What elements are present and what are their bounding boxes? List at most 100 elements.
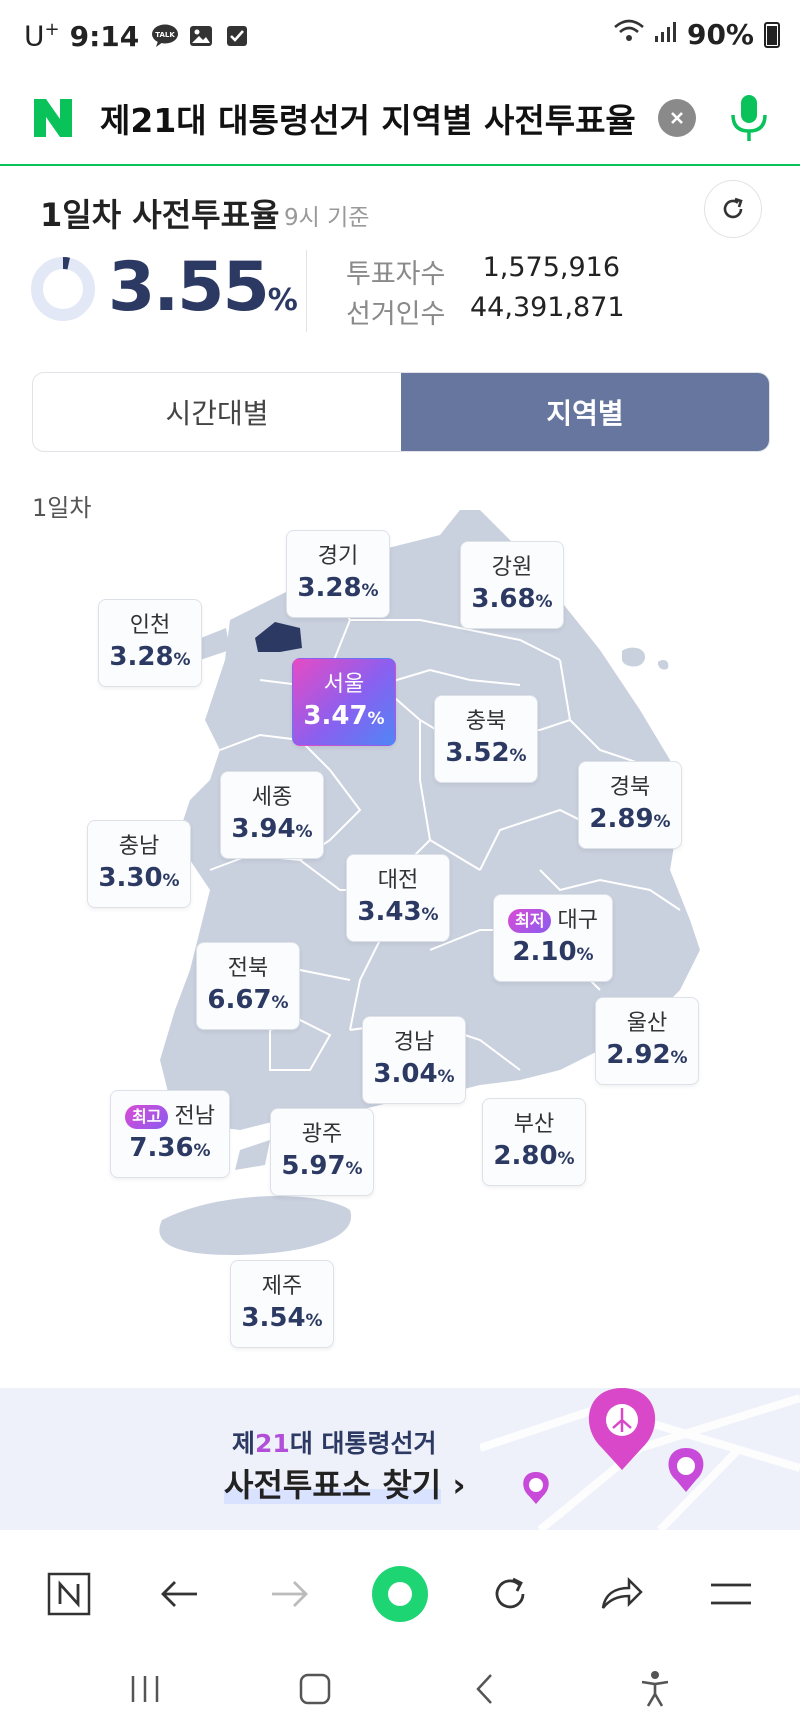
map-pin-tiny-icon	[523, 1472, 549, 1504]
electorate-value: 44,391,871	[470, 292, 625, 323]
tab-by-region[interactable]: 지역별	[401, 373, 769, 451]
browser-toolbar	[0, 1544, 800, 1644]
region-rate: 2.92%	[606, 1039, 688, 1070]
menu-button[interactable]	[695, 1558, 767, 1630]
banner-find-link[interactable]: 사전투표소 찾기 ›	[224, 1460, 466, 1506]
region-daegu[interactable]: 최저 대구 2.10%	[493, 894, 613, 982]
back-icon	[161, 1581, 198, 1607]
region-rate: 5.97%	[281, 1150, 363, 1181]
region-daejeon[interactable]: 대전 3.43%	[346, 854, 450, 942]
region-rate: 2.10%	[512, 936, 594, 967]
naver-home-icon	[47, 1572, 91, 1616]
close-icon	[671, 112, 683, 124]
green-dot-button[interactable]	[364, 1558, 436, 1630]
region-name: 충북	[465, 708, 507, 734]
region-gwangju[interactable]: 광주 5.97%	[270, 1108, 374, 1196]
region-chungbuk[interactable]: 충북 3.52%	[434, 695, 538, 783]
system-navigation-bar	[0, 1644, 800, 1734]
region-name: 부산	[513, 1111, 555, 1137]
talk-icon: TALK	[151, 22, 179, 50]
voice-search-button[interactable]	[726, 92, 772, 144]
region-rate: 3.54%	[241, 1302, 323, 1333]
recent-apps-button[interactable]	[110, 1654, 180, 1724]
voters-row: 투표자수 1,575,916	[346, 252, 620, 291]
region-rate: 3.30%	[98, 862, 180, 893]
region-jeonnam[interactable]: 최고 전남 7.36%	[110, 1090, 230, 1178]
green-dot-icon	[371, 1566, 428, 1622]
clear-search-button[interactable]	[658, 99, 696, 137]
region-name: 울산	[626, 1010, 668, 1036]
clock: 9:14	[69, 19, 140, 53]
region-gangwon[interactable]: 강원 3.68%	[460, 541, 564, 629]
signal-icon	[653, 18, 679, 51]
forward-button[interactable]	[254, 1558, 326, 1630]
region-gyeongnam[interactable]: 경남 3.04%	[362, 1016, 466, 1104]
region-rate: 3.94%	[231, 813, 313, 844]
share-icon	[601, 1576, 643, 1609]
region-sejong[interactable]: 세종 3.94%	[220, 771, 324, 859]
region-name: 대전	[377, 867, 419, 893]
region-name: 세종	[251, 784, 293, 810]
region-ulsan[interactable]: 울산 2.92%	[595, 997, 699, 1085]
tab-by-time[interactable]: 시간대별	[33, 373, 401, 451]
region-chungnam[interactable]: 충남 3.30%	[87, 820, 191, 908]
region-seoul[interactable]: 서울 3.47%	[292, 658, 396, 746]
share-button[interactable]	[585, 1558, 657, 1630]
reload-button[interactable]	[474, 1558, 546, 1630]
voters-value: 1,575,916	[482, 252, 620, 283]
electorate-row: 선거인수 44,391,871	[346, 292, 625, 331]
lowest-badge: 최저	[508, 908, 552, 933]
microphone-icon	[731, 95, 767, 141]
region-rate: 2.89%	[589, 803, 671, 834]
summary-basis: 9시 기준	[284, 205, 370, 231]
divider	[306, 250, 307, 332]
region-gyeonggi[interactable]: 경기 3.28%	[286, 530, 390, 618]
region-name: 경북	[609, 774, 651, 800]
back-button[interactable]	[143, 1558, 215, 1630]
region-rate: 3.68%	[471, 583, 553, 614]
svg-text:TALK: TALK	[155, 31, 175, 39]
region-rate: 6.67%	[207, 984, 289, 1015]
map-pins-illustration	[480, 1388, 800, 1530]
region-name: 전북	[227, 955, 269, 981]
summary-title: 1일차 사전투표율	[40, 196, 280, 234]
battery-icon	[764, 21, 780, 48]
region-rate: 3.43%	[357, 896, 439, 927]
view-tabs: 시간대별 지역별	[32, 372, 770, 452]
region-jeonbuk[interactable]: 전북 6.67%	[196, 942, 300, 1030]
forward-icon	[271, 1581, 308, 1607]
status-right: 90%	[613, 18, 780, 51]
naver-logo-icon[interactable]	[28, 93, 78, 143]
region-name: 경남	[393, 1029, 435, 1055]
region-name: 최고 전남	[125, 1102, 215, 1132]
search-header: 제21대 대통령선거 지역별 사전투표율	[0, 72, 800, 166]
region-incheon[interactable]: 인천 3.28%	[98, 599, 202, 687]
region-rate: 3.47%	[303, 700, 385, 731]
banner-election-title: 제21대 대통령선거	[232, 1429, 437, 1458]
region-gyeongbuk[interactable]: 경북 2.89%	[578, 761, 682, 849]
home-button[interactable]	[280, 1654, 350, 1724]
highest-badge: 최고	[125, 1104, 169, 1129]
search-input[interactable]: 제21대 대통령선거 지역별 사전투표율	[100, 94, 658, 142]
turnout-rate: 3.55%	[108, 248, 298, 327]
refresh-icon	[723, 197, 743, 219]
region-busan[interactable]: 부산 2.80%	[482, 1098, 586, 1186]
refresh-button[interactable]	[704, 180, 762, 238]
polling-place-banner[interactable]: 제21대 대통령선거 사전투표소 찾기 ›	[0, 1388, 800, 1530]
map-pin-icon	[588, 1388, 656, 1470]
region-name: 서울	[323, 671, 365, 697]
reload-icon	[495, 1577, 525, 1609]
region-jeju[interactable]: 제주 3.54%	[230, 1260, 334, 1348]
region-rate: 3.28%	[297, 572, 379, 603]
region-name: 충남	[118, 833, 160, 859]
region-name: 최저 대구	[508, 906, 598, 936]
recent-apps-icon	[131, 1676, 159, 1702]
status-bar: U+ 9:14 TALK 90%	[0, 0, 800, 72]
checkbox-icon	[223, 22, 251, 50]
system-back-button[interactable]	[450, 1654, 520, 1724]
region-name: 강원	[491, 554, 533, 580]
accessibility-button[interactable]	[620, 1654, 690, 1724]
back-chevron-icon	[476, 1674, 492, 1704]
region-rate: 7.36%	[129, 1132, 211, 1163]
naver-home-button[interactable]	[33, 1558, 105, 1630]
